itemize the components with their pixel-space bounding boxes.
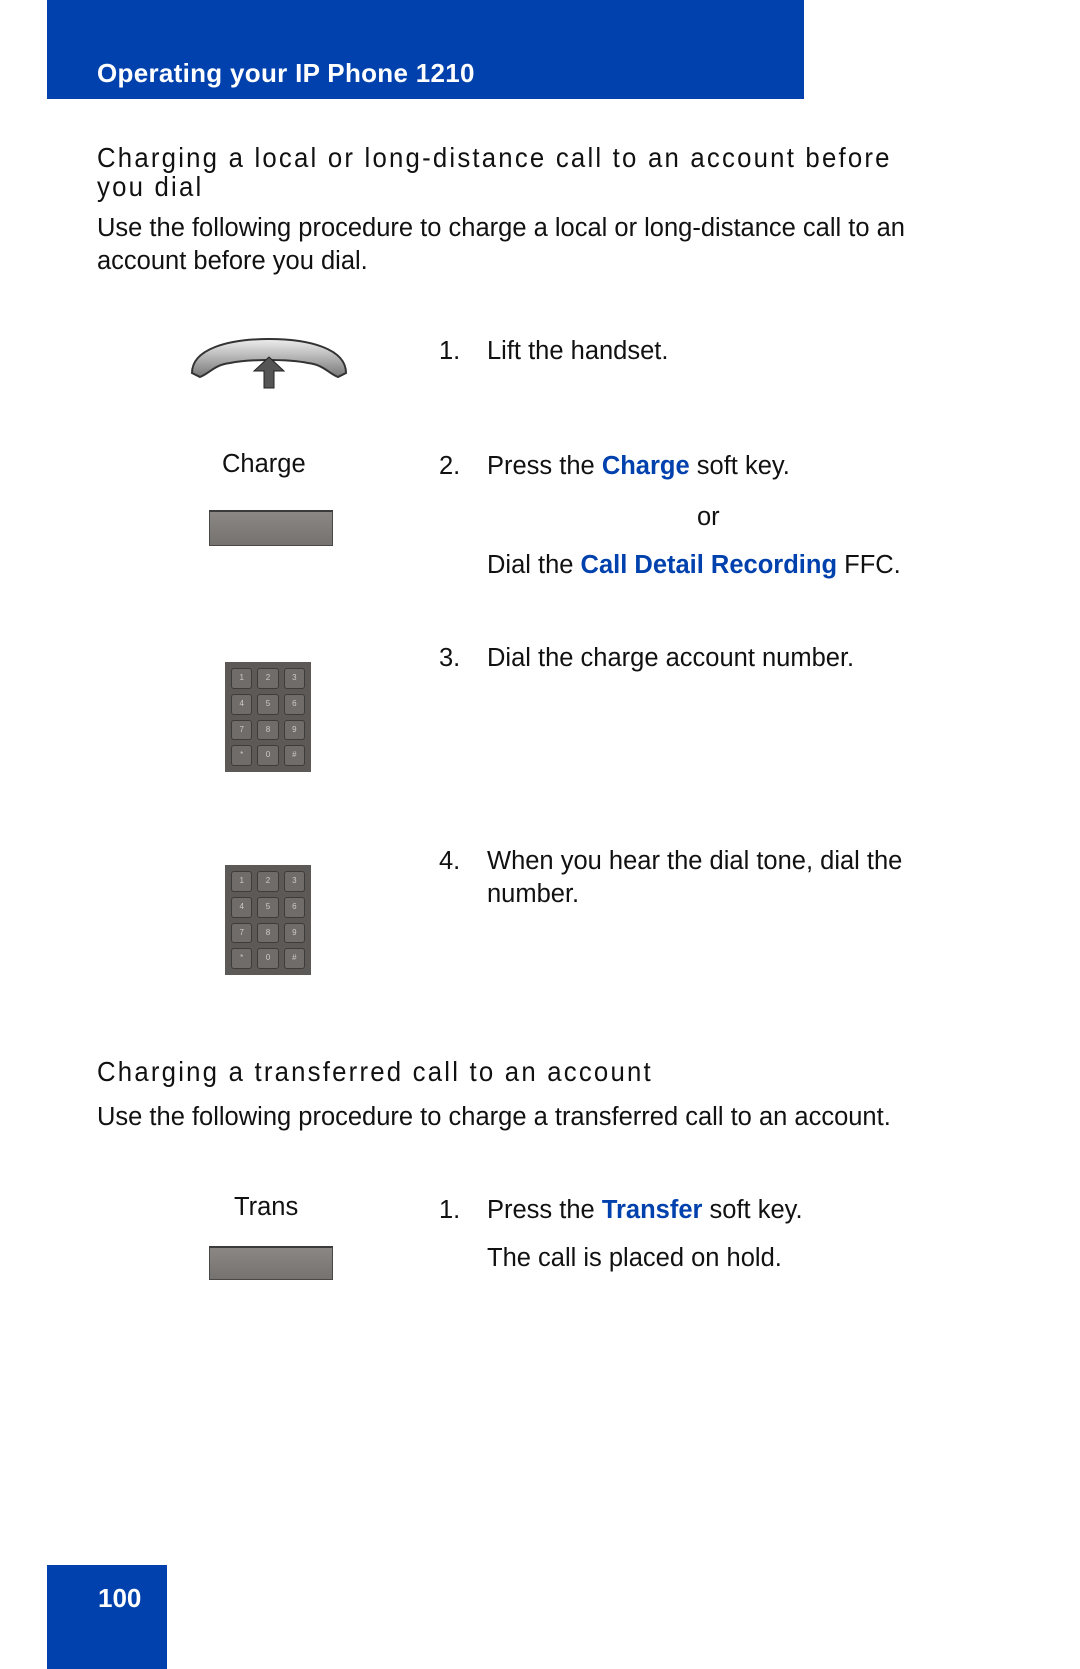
step-number: 2. [439, 452, 461, 480]
keypad-key: # [283, 745, 305, 766]
step-note: The call is placed on hold. [487, 1244, 782, 1272]
keypad-key: 4 [231, 693, 253, 715]
keypad-key: 3 [283, 871, 305, 892]
step-text: Press the Charge soft key. [487, 452, 790, 480]
keypad-key: 8 [257, 719, 279, 741]
section-heading-cont: you dial [97, 171, 204, 202]
step-alt-text: Dial the Call Detail Recording FFC. [487, 551, 901, 579]
section-heading: Charging a local or long-distance call t… [97, 142, 892, 173]
keypad-key: 8 [257, 922, 279, 944]
header-title: Operating your IP Phone 1210 [97, 58, 475, 88]
step-number: 1. [439, 1196, 461, 1224]
step-text: Lift the handset. [487, 337, 669, 365]
step-number: 4. [439, 847, 461, 875]
keypad-key: 6 [283, 896, 305, 918]
keypad-key: 0 [257, 745, 279, 766]
keypad-key: 1 [231, 668, 253, 689]
page-number: 100 [98, 1583, 142, 1613]
page-number-box [47, 1565, 167, 1669]
keypad-key: # [283, 948, 305, 969]
keypad-key: 3 [283, 668, 305, 689]
keypad-key: 5 [257, 693, 279, 715]
transfer-softkey[interactable] [209, 1246, 333, 1280]
keypad-icon: 1 2 3 4 5 6 7 8 9 * 0 # [225, 865, 311, 975]
step-text: Press the Transfer soft key. [487, 1196, 803, 1224]
intro-text: Use the following procedure to charge a … [97, 1103, 891, 1131]
intro-text: Use the following procedure to charge a … [97, 214, 905, 275]
keypad-key: 4 [231, 896, 253, 918]
step-number: 3. [439, 644, 461, 672]
keypad-key: 6 [283, 693, 305, 715]
step-text: When you hear the dial tone, dial the [487, 847, 903, 875]
step-number: 1. [439, 337, 461, 365]
keypad-icon: 1 2 3 4 5 6 7 8 9 * 0 # [225, 662, 311, 772]
or-text: or [697, 503, 720, 531]
keypad-key: 9 [283, 719, 305, 741]
keypad-key: 7 [231, 922, 253, 944]
softkey-label-charge: Charge [222, 450, 306, 478]
keypad-key: 1 [231, 871, 253, 892]
handset-lift-icon [190, 337, 348, 389]
keypad-key: 0 [257, 948, 279, 969]
keypad-key: 9 [283, 922, 305, 944]
keypad-key: 2 [257, 871, 279, 892]
keypad-key: * [231, 948, 253, 969]
step-text: Dial the charge account number. [487, 644, 855, 672]
softkey-label-trans: Trans [234, 1193, 299, 1221]
keypad-key: 2 [257, 668, 279, 689]
keypad-key: 7 [231, 719, 253, 741]
step-text-cont: number. [487, 880, 580, 908]
section-heading: Charging a transferred call to an accoun… [97, 1056, 653, 1087]
keypad-key: * [231, 745, 253, 766]
charge-softkey[interactable] [209, 510, 333, 546]
keypad-key: 5 [257, 896, 279, 918]
